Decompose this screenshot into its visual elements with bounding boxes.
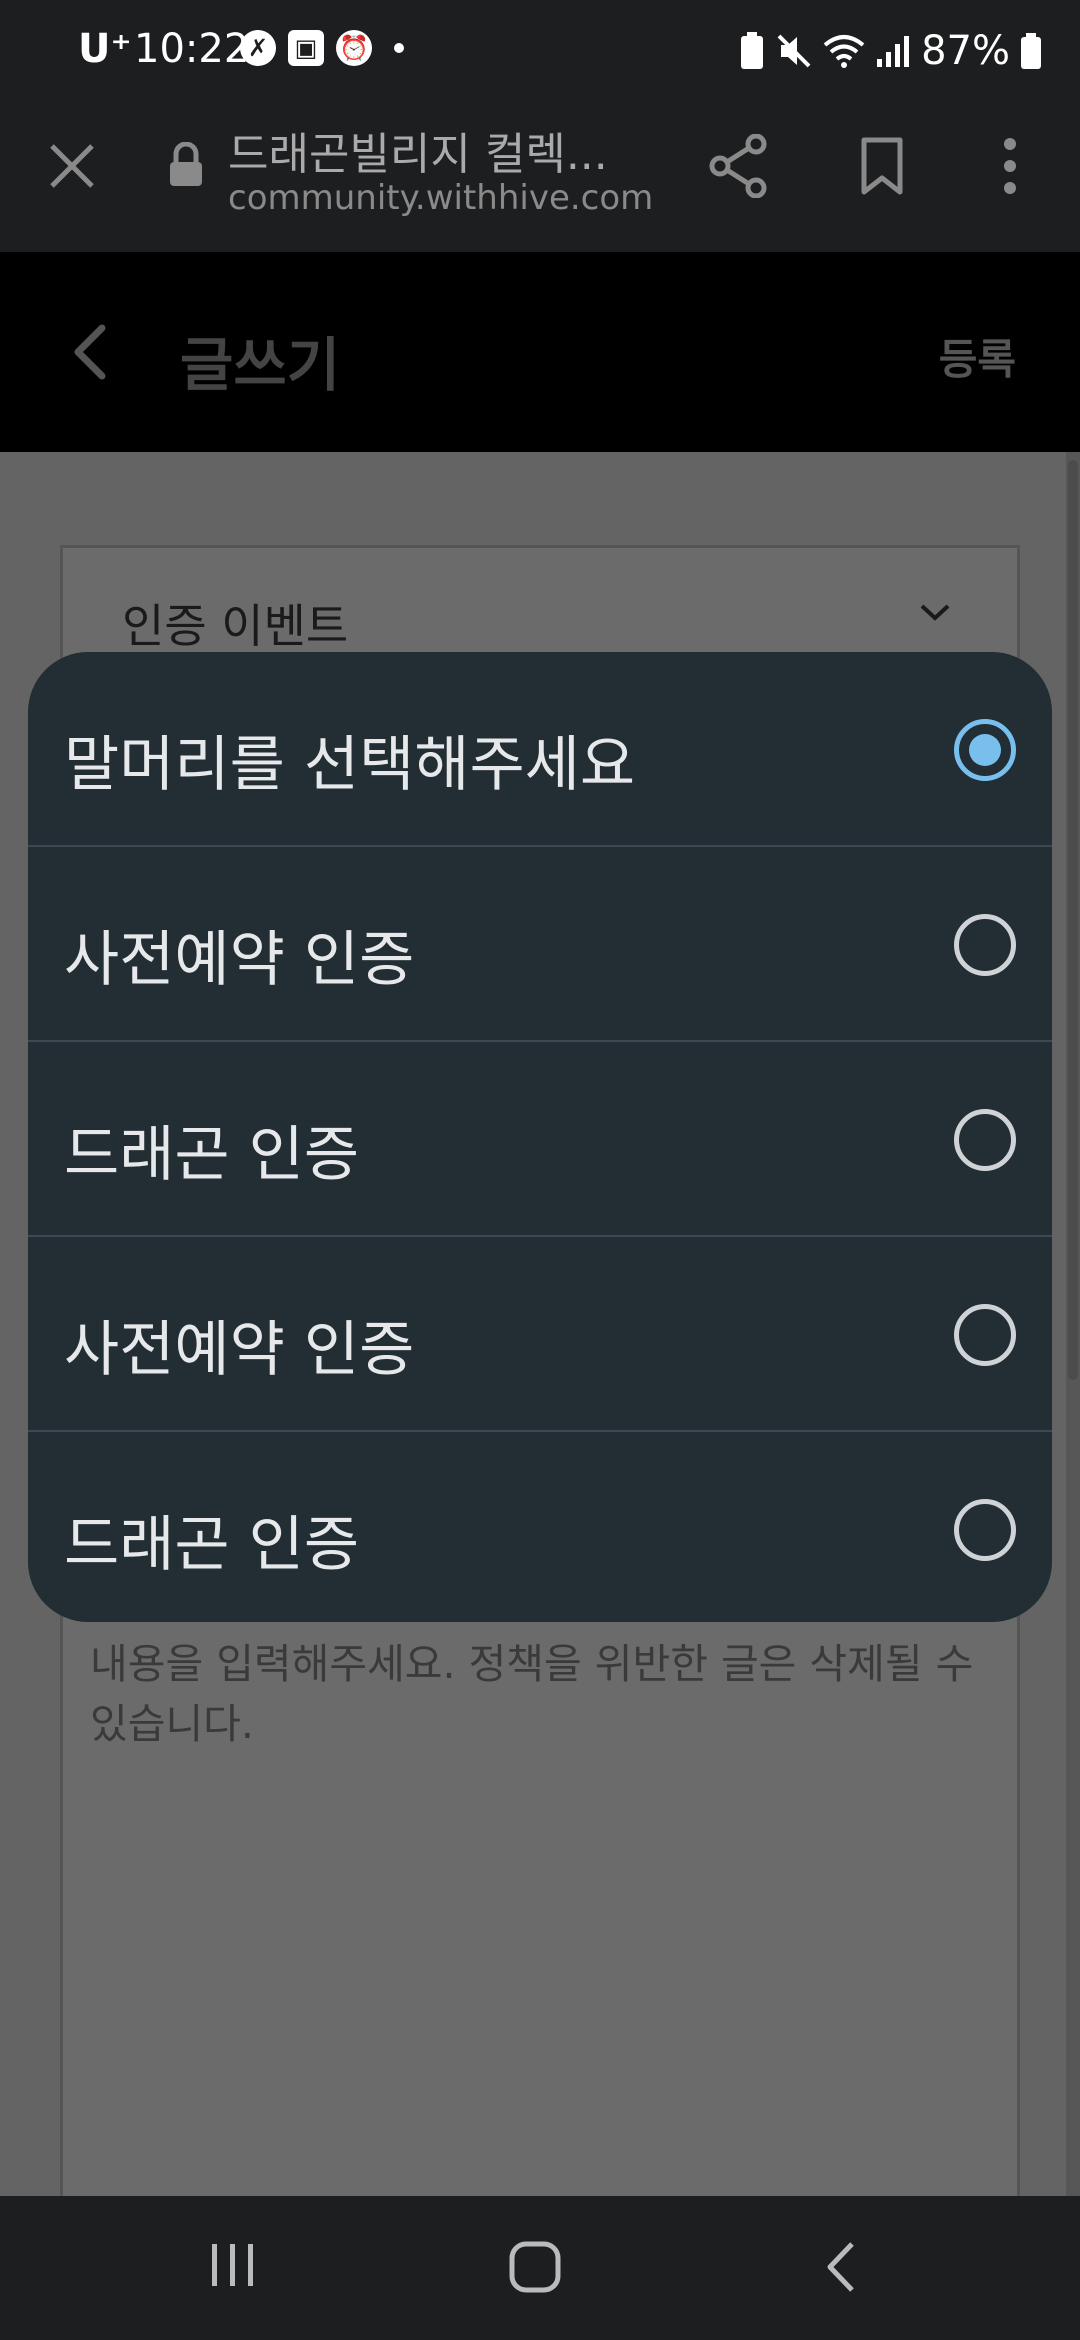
option-label: 말머리를 선택해주세요 bbox=[64, 730, 636, 800]
gallery-notification-icon: ▣ bbox=[288, 30, 324, 66]
category-select[interactable]: 인증 이벤트 bbox=[122, 590, 348, 656]
recent-apps-icon[interactable] bbox=[208, 2240, 258, 2290]
battery-saver-icon bbox=[741, 32, 764, 69]
option-dragon-auth[interactable]: 드래곤 인증 bbox=[28, 1432, 1052, 1622]
system-icons: 87% bbox=[739, 28, 1042, 74]
signal-icon bbox=[877, 36, 910, 67]
back-arrow-icon[interactable] bbox=[70, 322, 110, 382]
mute-icon bbox=[777, 34, 811, 68]
home-icon[interactable] bbox=[508, 2240, 562, 2294]
carrier-label: U⁺ bbox=[78, 26, 132, 72]
radio-unselected-icon[interactable] bbox=[954, 1109, 1016, 1171]
close-icon[interactable] bbox=[46, 140, 98, 192]
more-options-icon[interactable] bbox=[1000, 138, 1020, 194]
option-select-prefix[interactable]: 말머리를 선택해주세요 bbox=[28, 652, 1052, 847]
clock: 10:22 bbox=[134, 26, 250, 72]
more-notifications-dot-icon bbox=[394, 43, 404, 53]
option-label: 드래곤 인증 bbox=[64, 1120, 360, 1190]
option-dragon-auth[interactable]: 드래곤 인증 bbox=[28, 1042, 1052, 1237]
radio-unselected-icon[interactable] bbox=[954, 914, 1016, 976]
battery-icon bbox=[1021, 33, 1041, 69]
notification-icons: ✗ ▣ ⏰ bbox=[240, 30, 404, 66]
app-notification-icon: ✗ bbox=[240, 30, 276, 66]
scrollbar-thumb[interactable] bbox=[1068, 460, 1078, 1380]
page-title-in-browser[interactable]: 드래곤빌리지 컬렉... bbox=[228, 118, 608, 182]
radio-unselected-icon[interactable] bbox=[954, 1499, 1016, 1561]
page-header bbox=[0, 252, 1080, 452]
page-title: 글쓰기 bbox=[180, 331, 341, 399]
option-label: 드래곤 인증 bbox=[64, 1510, 360, 1580]
option-label: 사전예약 인증 bbox=[64, 1315, 415, 1385]
register-button[interactable]: 등록 bbox=[939, 326, 1016, 387]
back-icon[interactable] bbox=[822, 2240, 858, 2294]
bookmark-icon[interactable] bbox=[860, 136, 904, 196]
wifi-icon bbox=[823, 35, 865, 68]
lock-icon bbox=[170, 142, 202, 186]
status-bar: U⁺ 10:22 ✗ ▣ ⏰ 87% bbox=[0, 0, 1080, 100]
url-text[interactable]: community.withhive.com bbox=[228, 178, 653, 218]
option-preregistration-auth[interactable]: 사전예약 인증 bbox=[28, 847, 1052, 1042]
prefix-selection-dialog: 말머리를 선택해주세요 사전예약 인증 드래곤 인증 사전예약 인증 드래곤 인… bbox=[28, 652, 1052, 1622]
share-icon[interactable] bbox=[708, 134, 768, 198]
battery-percentage: 87% bbox=[921, 28, 1010, 74]
alarm-icon: ⏰ bbox=[336, 30, 372, 66]
option-preregistration-auth[interactable]: 사전예약 인증 bbox=[28, 1237, 1052, 1432]
radio-selected-icon[interactable] bbox=[954, 719, 1016, 781]
content-textarea[interactable]: 내용을 입력해주세요. 정책을 위반한 글은 삭제될 수 있습니다. bbox=[90, 1634, 1010, 1754]
option-label: 사전예약 인증 bbox=[64, 925, 415, 995]
radio-unselected-icon[interactable] bbox=[954, 1304, 1016, 1366]
chevron-down-icon[interactable] bbox=[918, 602, 952, 622]
